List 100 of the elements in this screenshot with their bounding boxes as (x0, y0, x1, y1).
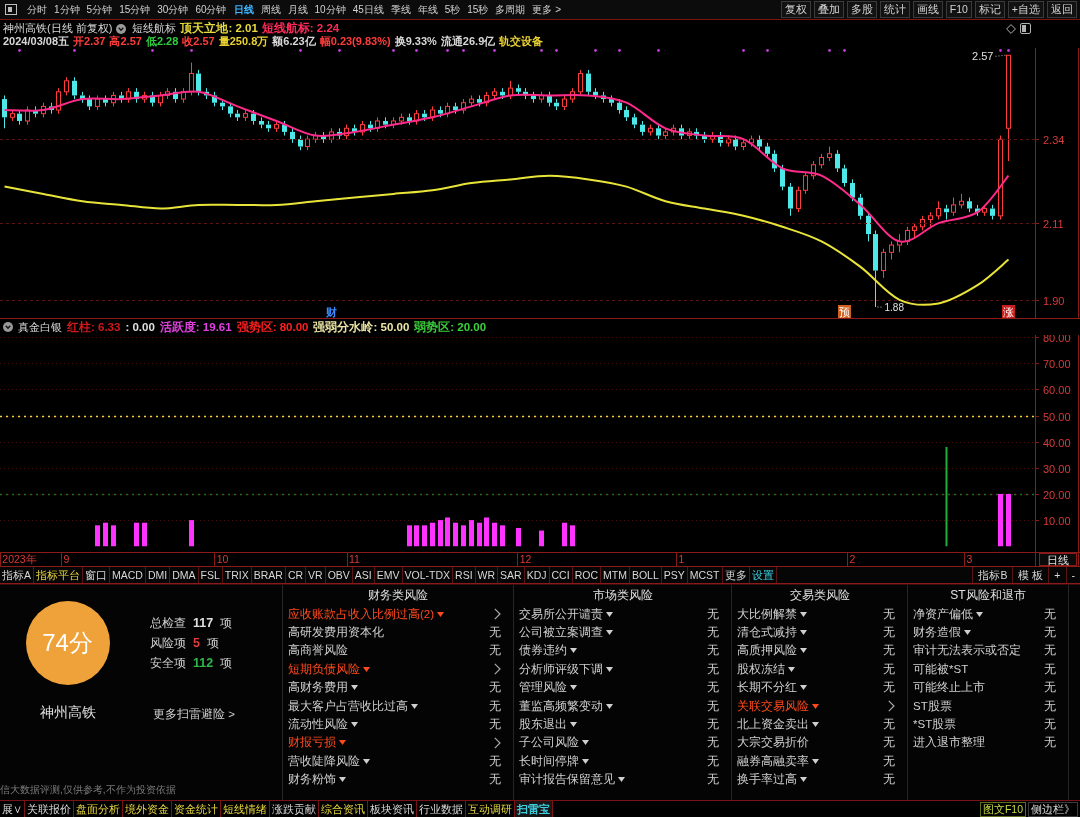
indicator-tab[interactable]: EMV (374, 567, 403, 583)
caret-down-icon[interactable] (570, 648, 577, 654)
risk-item[interactable]: 大比例解禁 (737, 606, 807, 622)
caret-down-icon[interactable] (363, 758, 370, 764)
period-button[interactable]: 日线 (1039, 553, 1077, 566)
risk-item[interactable]: 可能被*ST (913, 661, 969, 677)
risk-item[interactable]: 换手率过高 (737, 772, 807, 788)
indicator-tab[interactable]: 设置 (749, 567, 777, 583)
chevron-right-icon[interactable] (494, 608, 501, 621)
caret-down-icon[interactable] (570, 722, 577, 728)
bottom-tab[interactable]: 涨跌贡献 (270, 801, 319, 817)
indicator-name[interactable]: 短线航标 (132, 21, 177, 36)
indicator-tab[interactable]: TRIX (222, 567, 252, 583)
indicator-tab[interactable]: SAR (498, 567, 525, 583)
risk-item[interactable]: ST股票 (913, 698, 952, 714)
indicator-tab[interactable]: DMI (145, 567, 171, 583)
caret-down-icon[interactable] (363, 666, 370, 672)
risk-item[interactable]: 高商誉风险 (288, 643, 348, 659)
caret-down-icon[interactable] (606, 703, 613, 709)
event-tag[interactable]: 预 (838, 305, 851, 318)
caret-down-icon[interactable] (351, 722, 358, 728)
indicator-tab[interactable]: ASI (352, 567, 375, 583)
caret-down-icon[interactable] (800, 611, 807, 617)
period-tab[interactable]: 1分钟 (53, 1, 81, 18)
period-tab[interactable]: 30分钟 (156, 1, 190, 18)
panel-toggle-icon[interactable] (1020, 23, 1031, 34)
toolbar-button[interactable]: F10 (945, 1, 972, 18)
caret-down-icon[interactable] (812, 758, 819, 764)
event-tag[interactable]: 涨 (1002, 305, 1015, 318)
risk-item[interactable]: 融券高融卖率 (737, 753, 819, 769)
risk-item[interactable]: 清仓式减持 (737, 625, 807, 641)
period-tab[interactable]: 5分钟 (85, 1, 114, 18)
risk-item[interactable]: 董监高频繁变动 (519, 698, 613, 714)
period-tab[interactable]: 多周期 (494, 1, 527, 18)
indicator-tab[interactable]: MACD (110, 567, 146, 583)
bottom-tab[interactable]: 盘面分析 (74, 801, 123, 817)
period-tab[interactable]: 分时 (26, 1, 48, 18)
toolbar-button[interactable]: 多股 (846, 1, 877, 18)
period-tab[interactable]: 周线 (259, 1, 282, 18)
caret-down-icon[interactable] (339, 740, 346, 746)
indicator-tab[interactable]: 指标A (0, 567, 34, 583)
risk-item[interactable]: 净资产偏低 (913, 606, 983, 622)
risk-item[interactable]: 关联交易风险 (737, 698, 819, 714)
risk-item[interactable]: 财务粉饰 (288, 772, 346, 788)
more-button[interactable]: 更多 > (531, 1, 563, 18)
bottom-tab[interactable]: 展∨ (0, 801, 25, 817)
toolbar-button[interactable]: 叠加 (813, 1, 844, 18)
caret-down-icon[interactable] (582, 758, 589, 764)
period-tab[interactable]: 日线 (232, 1, 255, 18)
risk-item[interactable]: 股东退出 (519, 717, 577, 733)
indicator-tab[interactable]: VR (306, 567, 326, 583)
toolbar-button[interactable]: 标记 (974, 1, 1005, 18)
toolbar-button[interactable]: 复权 (780, 1, 811, 18)
caret-down-icon[interactable] (800, 648, 807, 654)
panel-button[interactable]: 模 板 (1012, 567, 1049, 583)
indicator-tab[interactable]: RSI (453, 567, 476, 583)
event-tag[interactable]: 财 (326, 305, 337, 318)
indicator-tab[interactable]: CR (285, 567, 307, 583)
risk-item[interactable]: 财务造假 (913, 625, 971, 641)
period-tab[interactable]: 月线 (286, 1, 309, 18)
caret-down-icon[interactable] (618, 777, 625, 783)
caret-down-icon[interactable] (812, 722, 819, 728)
caret-down-icon[interactable] (351, 685, 358, 691)
risk-item[interactable]: 短期负债风险 (288, 661, 370, 677)
caret-down-icon[interactable] (339, 777, 346, 783)
chevron-right-icon[interactable] (494, 736, 501, 749)
caret-down-icon[interactable] (812, 703, 819, 709)
indicator-tab[interactable]: BOLL (629, 567, 662, 583)
more-link[interactable]: 更多扫雷避险 > (153, 705, 235, 723)
indicator-tab[interactable]: KDJ (524, 567, 550, 583)
risk-item[interactable]: 流动性风险 (288, 717, 358, 733)
period-tab[interactable]: 5秒 (443, 1, 462, 18)
toolbar-button[interactable]: +自选 (1007, 1, 1044, 18)
indicator-tab[interactable]: 指标平台 (34, 567, 83, 583)
bottom-tab[interactable]: 综合资讯 (319, 801, 368, 817)
indicator-tab[interactable]: FSL (198, 567, 223, 583)
indicator-tab[interactable]: VOL-TDX (402, 567, 454, 583)
caret-down-icon[interactable] (800, 685, 807, 691)
caret-down-icon[interactable] (411, 703, 418, 709)
caret-down-icon[interactable] (800, 630, 807, 636)
panel-button[interactable]: - (1065, 567, 1080, 583)
risk-item[interactable]: 审计无法表示或否定 (913, 643, 1021, 659)
risk-item[interactable]: 审计报告保留意见 (519, 772, 625, 788)
indicator-tab[interactable]: DMA (170, 567, 199, 583)
indicator-tab[interactable]: MCST (687, 567, 723, 583)
caret-down-icon[interactable] (800, 777, 807, 783)
risk-item[interactable]: 公司被立案调查 (519, 625, 613, 641)
risk-item[interactable]: 进入退市整理 (913, 735, 985, 751)
risk-item[interactable]: 分析师评级下调 (519, 661, 613, 677)
bottom-tab[interactable]: 境外资金 (123, 801, 172, 817)
toolbar-button[interactable]: 返回 (1047, 1, 1077, 18)
bottom-tab[interactable]: 关联报价 (25, 801, 74, 817)
caret-down-icon[interactable] (964, 630, 971, 636)
dropdown-circle-icon[interactable] (3, 322, 13, 332)
risk-item[interactable]: 北上资金卖出 (737, 717, 819, 733)
period-tab[interactable]: 60分钟 (194, 1, 228, 18)
risk-item[interactable]: 可能终止上市 (913, 680, 985, 696)
risk-item[interactable]: 高研发费用资本化 (288, 625, 384, 641)
period-tab[interactable]: 15分钟 (118, 1, 152, 18)
chevron-right-icon[interactable] (494, 663, 501, 676)
